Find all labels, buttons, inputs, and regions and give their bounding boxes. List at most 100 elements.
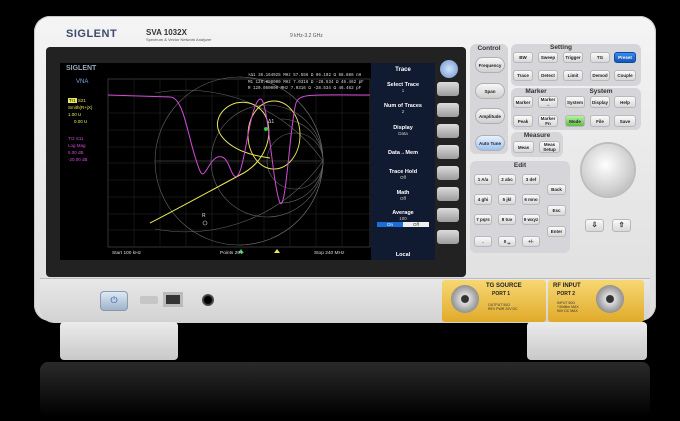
brand-logo: SIGLENT xyxy=(66,28,118,40)
menu-item-num-traces[interactable]: Num of Traces 2 xyxy=(371,103,435,114)
frequency-button[interactable]: Frequency xyxy=(475,57,505,73)
back-button[interactable]: Back xyxy=(547,184,566,195)
left-foot xyxy=(60,322,178,360)
key-3[interactable]: 3 def xyxy=(522,174,540,185)
softkey-4[interactable] xyxy=(437,145,459,159)
help-button[interactable]: Help xyxy=(614,96,636,108)
key-plus-minus[interactable]: +/- xyxy=(522,236,540,247)
mode-label: VNA xyxy=(76,79,89,85)
power-icon: ⏻ xyxy=(110,296,118,306)
menu-title: Trace xyxy=(395,67,411,73)
softkey-8[interactable] xyxy=(437,230,459,244)
meas-button[interactable]: Meas xyxy=(513,141,534,153)
trace2-ref: -20.00 dB xyxy=(68,157,88,162)
frequency-range: 9 kHz-3.2 GHz xyxy=(290,33,323,39)
power-button[interactable]: ⏻ xyxy=(100,291,128,311)
key-9[interactable]: 9 wxyz xyxy=(522,214,540,225)
trace2-label: Tr2 S11 xyxy=(68,136,84,141)
delta-marker-label: Δ1 xyxy=(268,119,275,125)
setting-title: Setting xyxy=(549,44,573,51)
file-button[interactable]: File xyxy=(590,115,610,127)
softkey-1[interactable] xyxy=(437,82,459,96)
screen-logo: SIGLENT xyxy=(66,65,97,72)
key-2[interactable]: 2 abc xyxy=(498,174,516,185)
softkey-7[interactable] xyxy=(437,208,459,222)
detect-button[interactable]: Detect xyxy=(538,70,558,81)
right-foot xyxy=(527,322,647,360)
mode-button[interactable]: Mode xyxy=(565,115,585,127)
bw-button[interactable]: BW xyxy=(513,52,533,63)
key-6[interactable]: 6 mno xyxy=(522,194,540,205)
tg-port-label: PORT 1 xyxy=(492,291,511,297)
preset-button[interactable]: Preset xyxy=(614,52,636,63)
usb-symbol-icon xyxy=(140,296,158,304)
amplitude-button[interactable]: Amplitude xyxy=(475,108,505,124)
trigger-button[interactable]: Trigger xyxy=(563,52,583,63)
couple-button[interactable]: Couple xyxy=(614,70,636,81)
rf-port-label: PORT 2 xyxy=(557,291,576,297)
menu-item-trace-hold[interactable]: Trace Hold Off xyxy=(371,169,435,180)
softkey-6[interactable] xyxy=(437,187,459,201)
menu-item-math[interactable]: Math Off xyxy=(371,190,435,201)
softkey-menu: Trace Select Trace 1 Num of Traces 2 Displ… xyxy=(371,63,435,260)
softkey-top-circle[interactable] xyxy=(440,60,458,78)
peak-button[interactable]: Peak xyxy=(513,115,533,127)
limit-button[interactable]: Limit xyxy=(563,70,583,81)
measure-title: Measure xyxy=(523,132,551,139)
auto-tune-button[interactable]: Auto Tune xyxy=(475,135,505,151)
trace1-scale: 1.00 U xyxy=(68,112,82,117)
rf-input-connector[interactable] xyxy=(596,285,624,313)
meas-setup-button[interactable]: Meas Setup xyxy=(539,141,560,153)
model-subtitle: Spectrum & Vector Network Analyzer xyxy=(146,37,212,42)
floor-reflection xyxy=(40,362,650,417)
arrow-up-icon: ⇧ xyxy=(618,222,625,229)
display-button[interactable]: Display xyxy=(590,96,610,108)
enter-button[interactable]: Enter xyxy=(547,226,566,237)
smith-chart-plot xyxy=(107,76,371,253)
arrow-down-icon: ⇩ xyxy=(591,222,598,229)
key-7[interactable]: 7 pqrs xyxy=(474,214,492,225)
demod-button[interactable]: Demod xyxy=(590,70,610,81)
key-5[interactable]: 5 jkl xyxy=(498,194,516,205)
key-0[interactable]: 0 ␣ xyxy=(498,236,516,247)
menu-item-select-trace[interactable]: Select Trace 1 xyxy=(371,82,435,93)
average-off-option[interactable]: Off xyxy=(403,222,429,227)
sweep-button[interactable]: Sweep xyxy=(538,52,558,63)
trace2-format: Log Mag xyxy=(68,143,86,148)
softkey-5[interactable] xyxy=(437,166,459,180)
menu-item-data-to-mem[interactable]: Data→Mem xyxy=(371,150,435,156)
marker-table: ×Δ1 36.164925 MHz 57.556 Ω 96.102 Ω 68.8… xyxy=(248,73,364,93)
ref-marker-label: R xyxy=(202,213,206,219)
key-8[interactable]: 8 tuv xyxy=(498,214,516,225)
key-4[interactable]: 4 ghi xyxy=(474,194,492,205)
softkey-2[interactable] xyxy=(437,103,459,117)
rf-note: INPUT 50Ω +30dBm MAX 50V DC MAX xyxy=(557,301,579,313)
trace2-scale: 5.00 dB xyxy=(68,150,84,155)
menu-item-display[interactable]: Display Data xyxy=(371,125,435,136)
softkey-3[interactable] xyxy=(437,124,459,138)
save-button[interactable]: Save xyxy=(614,115,636,127)
marker-button[interactable]: Marker xyxy=(513,96,533,108)
headphone-jack[interactable] xyxy=(202,294,214,306)
span-button[interactable]: Span xyxy=(475,83,505,99)
usb-port[interactable] xyxy=(163,292,183,307)
menu-item-average[interactable]: Average 100 On Off xyxy=(371,210,435,227)
tg-source-connector[interactable] xyxy=(451,285,479,313)
sweep-points: Points 201 xyxy=(220,251,243,256)
system-button[interactable]: System xyxy=(565,96,585,108)
rotary-knob[interactable] xyxy=(582,144,634,196)
key-dot[interactable]: . xyxy=(474,236,492,247)
marker-to-button[interactable]: Marker → xyxy=(538,96,558,108)
menu-item-local[interactable]: Local xyxy=(371,252,435,258)
tg-button[interactable]: TG xyxy=(590,52,610,63)
system-title: System xyxy=(589,88,613,95)
esc-button[interactable]: Esc xyxy=(547,205,566,216)
arrow-down-button[interactable]: ⇩ xyxy=(585,219,604,232)
trace1-label: Tr1 S21 xyxy=(68,98,86,103)
trace-button[interactable]: Trace xyxy=(513,70,533,81)
key-1[interactable]: 1 A/a xyxy=(474,174,492,185)
arrow-up-button[interactable]: ⇧ xyxy=(612,219,631,232)
stop-frequency: Stop 240 MHz xyxy=(314,251,345,256)
marker-fn-button[interactable]: Marker Fn xyxy=(538,115,558,127)
average-on-option[interactable]: On xyxy=(377,222,403,227)
